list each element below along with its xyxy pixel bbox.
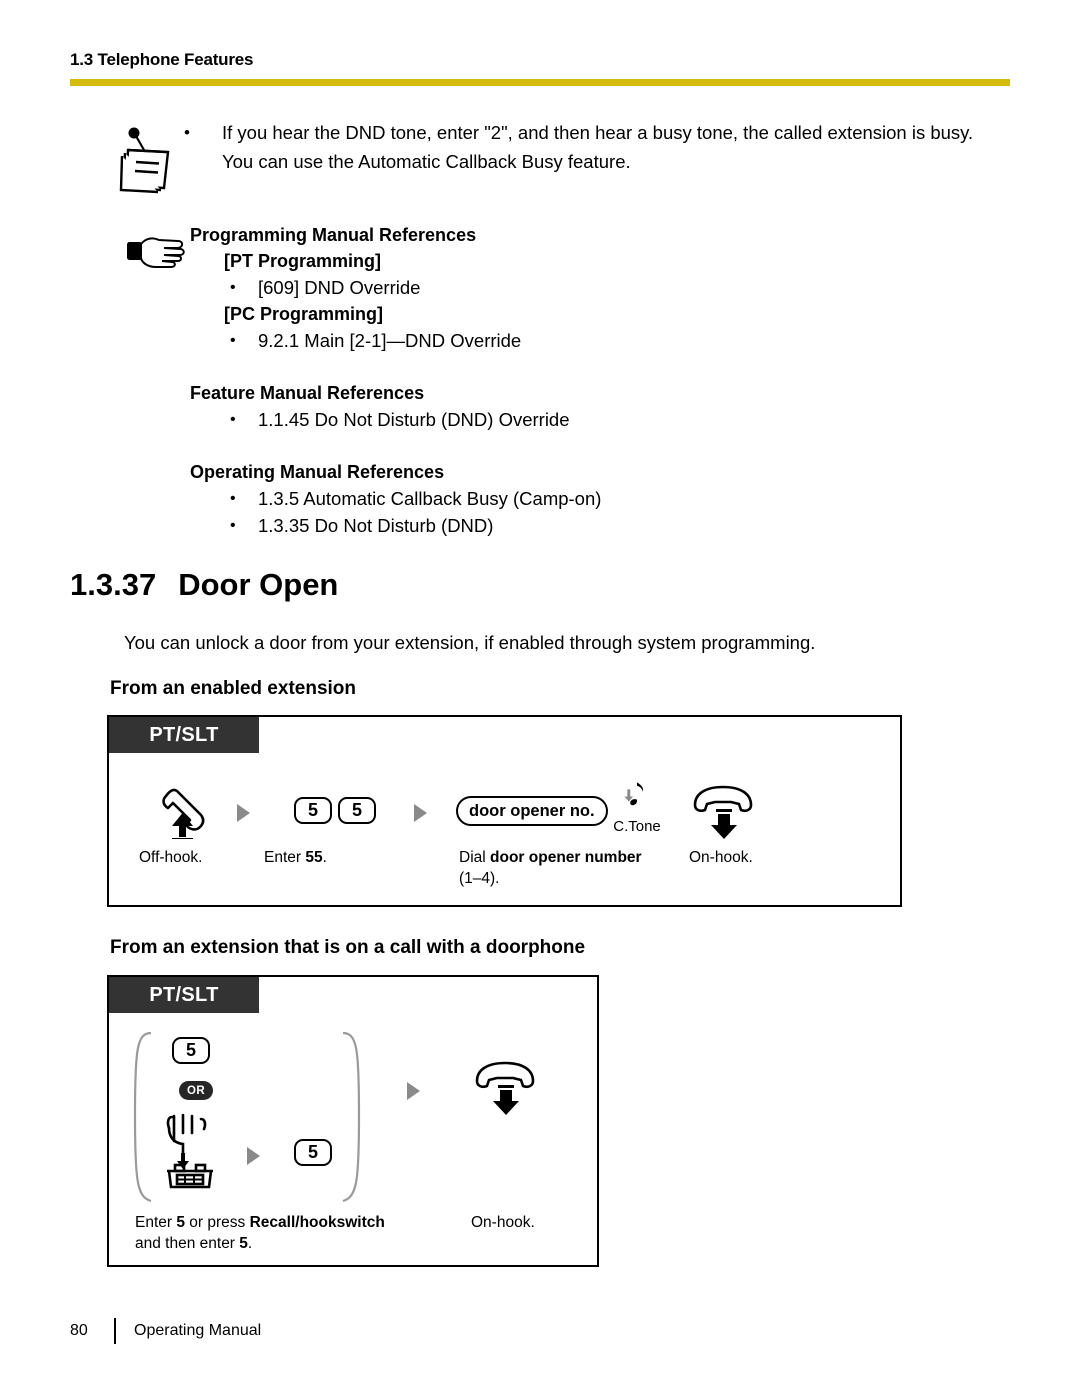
reference-group-feature: Feature Manual References • 1.1.45 Do No… [112, 380, 992, 433]
caption-text: Enter [135, 1214, 177, 1231]
reference-item: • 1.3.35 Do Not Disturb (DND) [224, 512, 992, 539]
step-arrow-icon [247, 1147, 260, 1165]
caption-text: or press [184, 1214, 250, 1231]
section-number: 1.3.37 [70, 567, 157, 602]
step-arrow-icon [407, 1082, 420, 1100]
reference-heading: Feature Manual References [190, 383, 425, 403]
caption-off-hook: Off-hook. [139, 849, 203, 866]
reference-item: • [609] DND Override [224, 274, 992, 301]
off-hook-handset-icon [157, 779, 223, 844]
recall-hookswitch-icon [161, 1111, 221, 1191]
page-footer: 80 Operating Manual [70, 1318, 261, 1344]
reference-item-label: 1.3.35 Do Not Disturb (DND) [258, 515, 494, 536]
reference-item-label: 1.1.45 Do Not Disturb (DND) Override [258, 409, 570, 430]
reference-subheading-pt: [PT Programming] [224, 251, 382, 271]
caption-text: Dial [459, 849, 491, 866]
list-bullet-icon: • [230, 517, 236, 534]
section-intro-text: You can unlock a door from your extensio… [124, 632, 816, 653]
caption-emphasis: 55 [305, 849, 323, 866]
footer-label: Operating Manual [134, 1322, 262, 1339]
keycap[interactable]: 5 [172, 1037, 210, 1064]
reference-heading: Operating Manual References [190, 462, 445, 482]
or-badge: OR [179, 1081, 213, 1100]
procedure-diagram-doorphone-call: PT/SLT 5 OR 5 Enter 5 or press Recall/ho… [107, 975, 599, 1267]
note-bullet: • [184, 123, 190, 142]
caption-text: (1–4). [459, 870, 500, 887]
caption-emphasis: 5 [176, 1214, 185, 1231]
list-bullet-icon: • [230, 279, 236, 296]
list-bullet-icon: • [230, 490, 236, 507]
note-memo-icon [112, 122, 184, 194]
caption-text: Enter [264, 849, 306, 866]
alternative-options-group: 5 OR 5 [127, 1029, 367, 1209]
note-text: If you hear the DND tone, enter "2", and… [222, 122, 974, 172]
reference-item-label: 1.3.5 Automatic Callback Busy (Camp-on) [258, 488, 602, 509]
music-note-icon [624, 782, 644, 806]
footer-page-number: 80 [70, 1322, 88, 1339]
on-hook-handset-icon [471, 1059, 543, 1122]
list-bullet-icon: • [230, 411, 236, 428]
keycap[interactable]: 5 [294, 797, 332, 824]
section-title: 1.3.37 Door Open [70, 567, 338, 603]
reference-item: • 9.2.1 Main [2-1]—DND Override [224, 327, 992, 354]
reference-heading: Programming Manual References [190, 225, 477, 245]
caption-enter-5-or-recall: Enter 5 or press Recall/hookswitch and th… [135, 1212, 435, 1254]
header-rule [70, 79, 1010, 86]
list-bullet-icon: • [230, 332, 236, 349]
step-arrow-icon [414, 804, 427, 822]
caption-emphasis: door opener number [490, 849, 642, 866]
diagram-banner-pt-slt: PT/SLT [109, 717, 259, 753]
caption-dial-door-opener: Dial door opener number (1–4). [459, 847, 659, 889]
section-title-text: Door Open [178, 567, 339, 602]
caption-on-hook: On-hook. [471, 1214, 535, 1231]
diagram-banner-pt-slt: PT/SLT [109, 977, 259, 1013]
door-opener-number-input[interactable]: door opener no. [456, 796, 608, 826]
reference-item-label: 9.2.1 Main [2-1]—DND Override [258, 330, 522, 351]
subsection-heading-doorphone-call: From an extension that is on a call with… [110, 937, 586, 958]
procedure-diagram-enabled-extension: PT/SLT 5 5 door opener no. C.Tone Off-ho… [107, 715, 902, 907]
caption-text: . [322, 849, 327, 866]
tone-label: C.Tone [613, 818, 661, 835]
key-sequence-55: 5 5 [294, 797, 376, 824]
on-hook-handset-icon [689, 783, 761, 846]
reference-item-label: [609] DND Override [258, 277, 421, 298]
reference-subheading-pc: [PC Programming] [224, 304, 384, 324]
step-arrow-icon [237, 804, 250, 822]
reference-group-operating: Operating Manual References • 1.3.5 Auto… [112, 459, 992, 539]
caption-text: and then enter [135, 1235, 240, 1252]
reference-group-programming: Programming Manual References [PT Progra… [112, 222, 992, 354]
references-block: Programming Manual References [PT Progra… [112, 222, 992, 539]
footer-divider [114, 1318, 116, 1344]
keycap[interactable]: 5 [294, 1139, 332, 1166]
caption-enter-55: Enter 55. [264, 847, 327, 868]
reference-item: • 1.1.45 Do Not Disturb (DND) Override [224, 406, 992, 433]
caption-emphasis: Recall/hookswitch [249, 1214, 385, 1231]
keycap[interactable]: 5 [338, 797, 376, 824]
reference-item: • 1.3.5 Automatic Callback Busy (Camp-on… [224, 485, 992, 512]
caption-emphasis: 5 [239, 1235, 248, 1252]
caption-on-hook: On-hook. [689, 849, 753, 866]
confirmation-tone-indicator: C.Tone [597, 779, 677, 835]
subsection-heading-enabled-extension: From an enabled extension [110, 678, 356, 699]
page-header-title: 1.3 Telephone Features [70, 50, 254, 69]
caption-text: . [247, 1235, 253, 1252]
